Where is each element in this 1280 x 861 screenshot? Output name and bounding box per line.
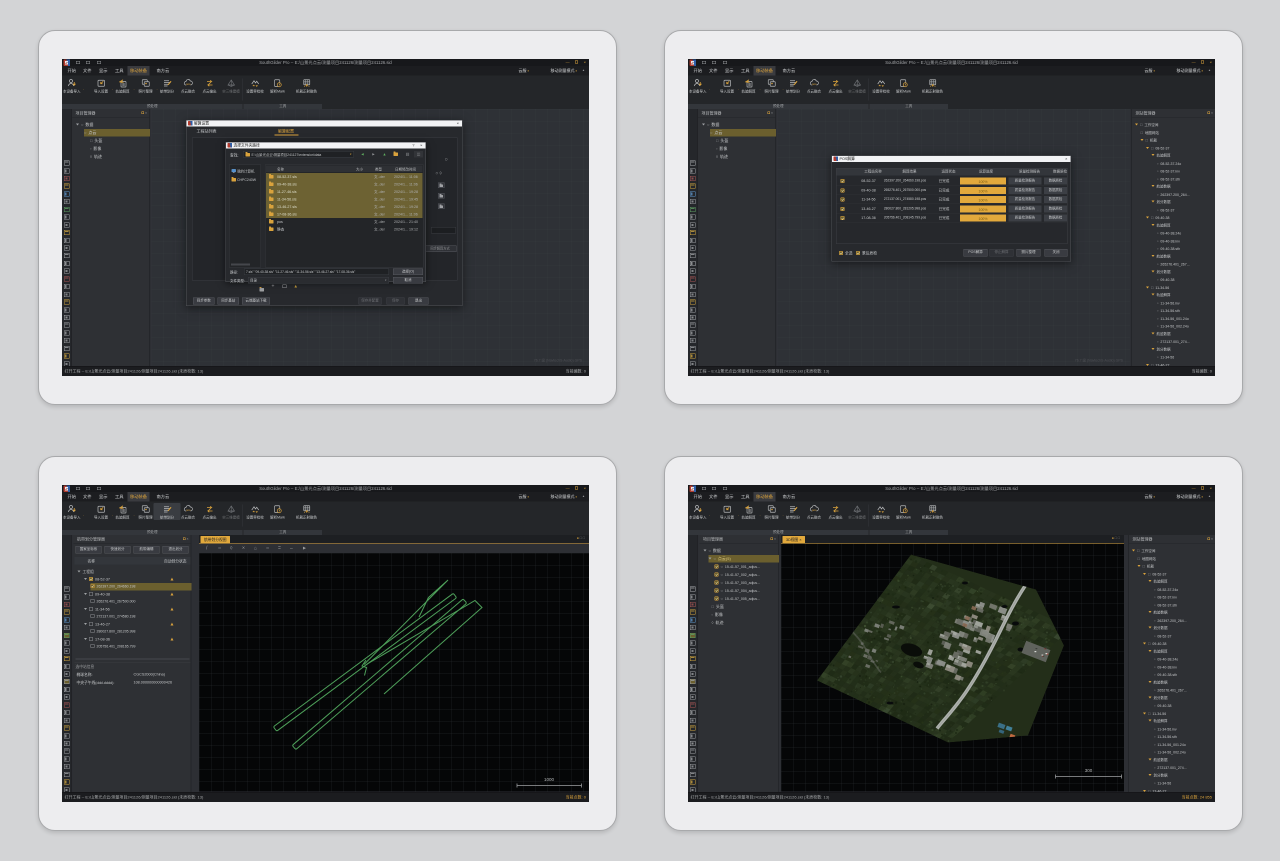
svg-text:300: 300 <box>1085 768 1093 773</box>
svg-text:1000: 1000 <box>544 777 555 782</box>
svg-text:pos: pos <box>812 83 817 86</box>
svg-text:pos: pos <box>186 83 191 86</box>
svg-text:pos: pos <box>186 509 191 512</box>
svg-text:pos: pos <box>812 509 817 512</box>
